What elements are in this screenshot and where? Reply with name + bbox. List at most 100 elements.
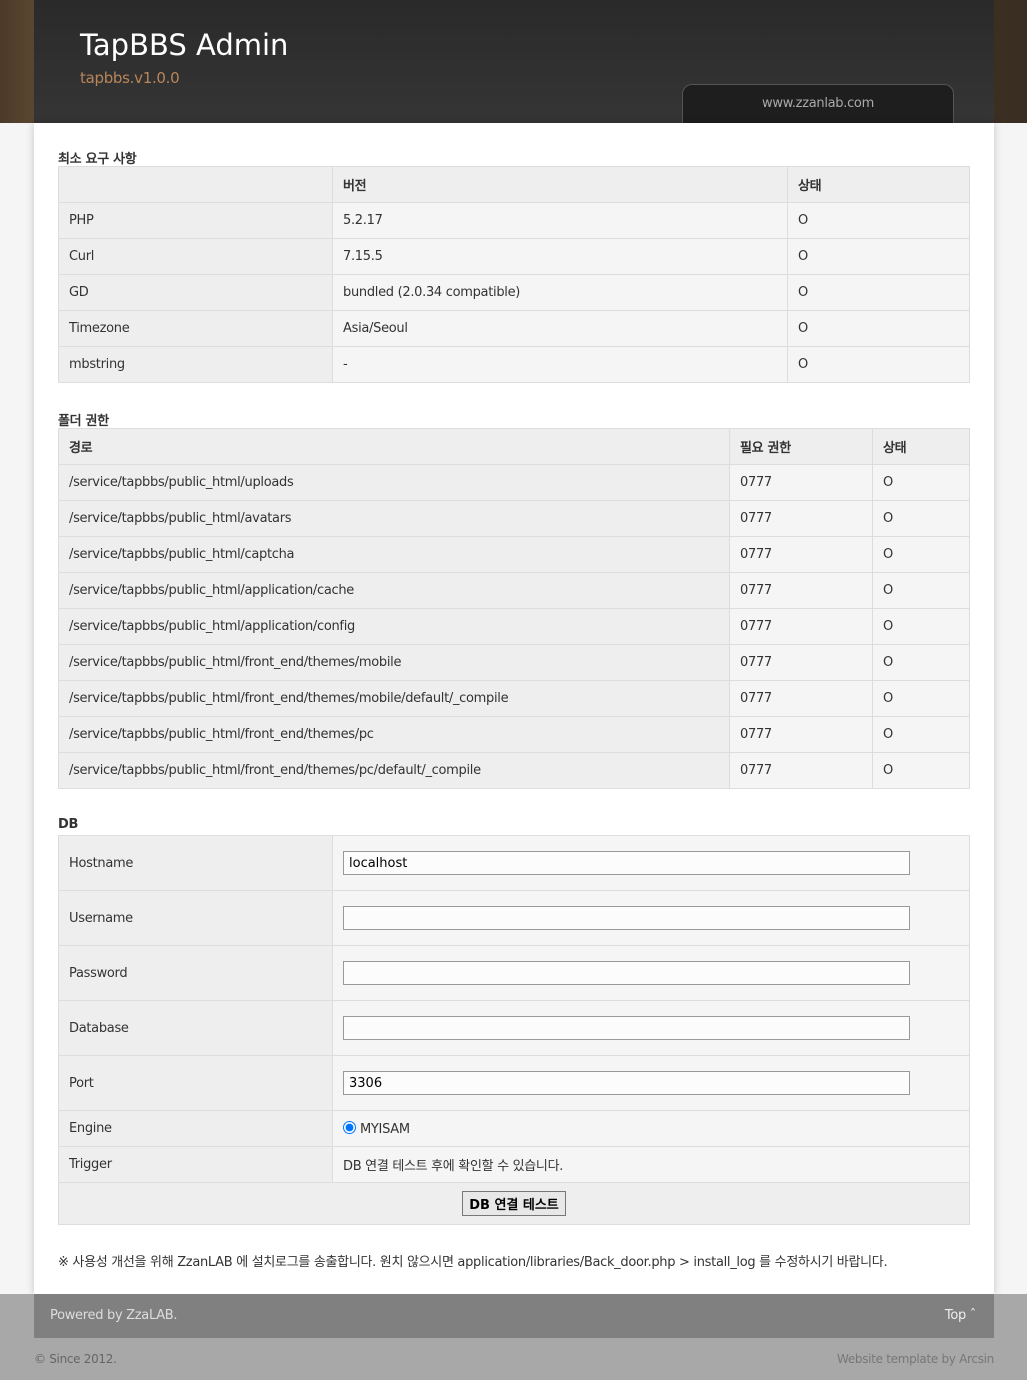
table-row: /service/tapbbs/public_html/front_end/th… [58, 680, 970, 717]
db-field-row: Username [58, 890, 970, 946]
table-cell: /service/tapbbs/public_html/application/… [58, 572, 730, 609]
install-log-note: ※ 사용성 개선을 위해 ZzanLAB 에 설치로그를 송출합니다. 원치 않… [58, 1255, 888, 1270]
requirements-title: 최소 요구 사항 [58, 152, 137, 167]
db-field-row: Database [58, 1000, 970, 1056]
table-cell: /service/tapbbs/public_html/application/… [58, 608, 730, 645]
table-cell: 0777 [729, 572, 873, 609]
table-cell: O [787, 202, 970, 239]
folders-table: 경로 필요 권한 상태/service/tapbbs/public_html/upl… [58, 428, 970, 789]
column-header: 상태 [787, 166, 970, 203]
db-field-row: Port [58, 1055, 970, 1111]
app-version: tapbbs.v1.0.0 [80, 69, 180, 87]
column-header: 버전 [332, 166, 788, 203]
table-cell: - [332, 346, 788, 383]
table-cell: O [872, 464, 970, 501]
top-link[interactable]: Top ˆ [945, 1308, 976, 1323]
table-cell: 5.2.17 [332, 202, 788, 239]
table-cell: O [787, 346, 970, 383]
db-field-row: Password [58, 945, 970, 1001]
table-cell: O [872, 608, 970, 645]
trigger-label: Trigger [58, 1146, 333, 1183]
column-header [58, 166, 333, 203]
table-cell: /service/tapbbs/public_html/front_end/th… [58, 680, 730, 717]
column-header: 상태 [872, 428, 970, 465]
table-row: /service/tapbbs/public_html/front_end/th… [58, 716, 970, 753]
table-cell: Curl [58, 238, 333, 275]
table-row: /service/tapbbs/public_html/avatars 0777 O [58, 500, 970, 537]
table-cell: GD [58, 274, 333, 311]
table-cell: O [872, 536, 970, 573]
requirements-table: 버전 상태 PHP 5.2.17 O Curl 7.15.5 O GD bundled (2.0.… [58, 166, 970, 383]
table-cell: O [872, 752, 970, 789]
db-form-table: HostnameUsernamePasswordDatabasePortEngi… [58, 835, 970, 1225]
copyright: © Since 2012. [34, 1352, 117, 1366]
engine-label: Engine [58, 1110, 333, 1147]
field-label: Database [58, 1000, 333, 1056]
table-cell: /service/tapbbs/public_html/captcha [58, 536, 730, 573]
table-cell: /service/tapbbs/public_html/front_end/th… [58, 644, 730, 681]
table-row: /service/tapbbs/public_html/front_end/th… [58, 644, 970, 681]
table-cell: 0777 [729, 608, 873, 645]
table-cell: O [787, 274, 970, 311]
table-row: PHP 5.2.17 O [58, 202, 970, 239]
username-input[interactable] [343, 906, 910, 930]
radio-input[interactable] [343, 1120, 356, 1134]
table-cell: bundled (2.0.34 compatible) [332, 274, 788, 311]
table-row: /service/tapbbs/public_html/front_end/th… [58, 752, 970, 789]
table-cell: O [872, 500, 970, 537]
db-test-button[interactable]: DB 연결 테스트 [462, 1191, 566, 1216]
field-label: Username [58, 890, 333, 946]
field-label: Port [58, 1055, 333, 1111]
table-cell: 0777 [729, 464, 873, 501]
table-cell: Asia/Seoul [332, 310, 788, 347]
table-cell: 0777 [729, 536, 873, 573]
table-cell: mbstring [58, 346, 333, 383]
engine-radio-myisam[interactable]: MYISAM [343, 1120, 410, 1137]
folders-title: 폴더 권한 [58, 414, 109, 429]
table-row: /service/tapbbs/public_html/application/… [58, 572, 970, 609]
port-input[interactable] [343, 1071, 910, 1095]
table-row: /service/tapbbs/public_html/uploads 0777 O [58, 464, 970, 501]
powered-by: Powered by ZzaLAB. [50, 1308, 178, 1323]
table-cell: /service/tapbbs/public_html/avatars [58, 500, 730, 537]
table-cell: 0777 [729, 680, 873, 717]
table-cell: /service/tapbbs/public_html/uploads [58, 464, 730, 501]
database-input[interactable] [343, 1016, 910, 1040]
password-input[interactable] [343, 961, 910, 985]
field-label: Password [58, 945, 333, 1001]
header-row: 버전 상태 [58, 166, 970, 203]
trigger-text: DB 연결 테스트 후에 확인할 수 있습니다. [332, 1146, 970, 1183]
header: TapBBS Admin tapbbs.v1.0.0 www.zzanlab.c… [34, 0, 994, 123]
table-cell: 0777 [729, 716, 873, 753]
table-cell: /service/tapbbs/public_html/front_end/th… [58, 716, 730, 753]
app-title: TapBBS Admin [80, 28, 289, 62]
table-row: mbstring - O [58, 346, 970, 383]
column-header: 경로 [58, 428, 730, 465]
table-cell: O [872, 644, 970, 681]
table-cell: 0777 [729, 500, 873, 537]
site-link[interactable]: www.zzanlab.com [682, 84, 954, 123]
table-cell: 0777 [729, 752, 873, 789]
table-cell: O [787, 310, 970, 347]
footer: Powered by ZzaLAB. Top ˆ [34, 1294, 994, 1338]
db-field-row: Hostname [58, 835, 970, 891]
table-cell: O [872, 716, 970, 753]
template-credit: Website template by Arcsin [836, 1352, 994, 1366]
table-cell: 7.15.5 [332, 238, 788, 275]
table-cell: Timezone [58, 310, 333, 347]
hostname-input[interactable] [343, 851, 910, 875]
column-header: 필요 권한 [729, 428, 873, 465]
table-row: GD bundled (2.0.34 compatible) O [58, 274, 970, 311]
header-row: 경로 필요 권한 상태 [58, 428, 970, 465]
table-cell: O [872, 680, 970, 717]
table-cell: O [872, 572, 970, 609]
table-cell: 0777 [729, 644, 873, 681]
table-row: /service/tapbbs/public_html/captcha 0777 O [58, 536, 970, 573]
table-row: /service/tapbbs/public_html/application/… [58, 608, 970, 645]
table-cell: PHP [58, 202, 333, 239]
db-title: DB [58, 817, 79, 832]
main-content: 최소 요구 사항 버전 상태 PHP 5.2.17 O Curl 7.15.5 O GD bund… [34, 123, 994, 1294]
engine-option-label: MYISAM [360, 1121, 410, 1137]
table-row: Timezone Asia/Seoul O [58, 310, 970, 347]
field-label: Hostname [58, 835, 333, 891]
